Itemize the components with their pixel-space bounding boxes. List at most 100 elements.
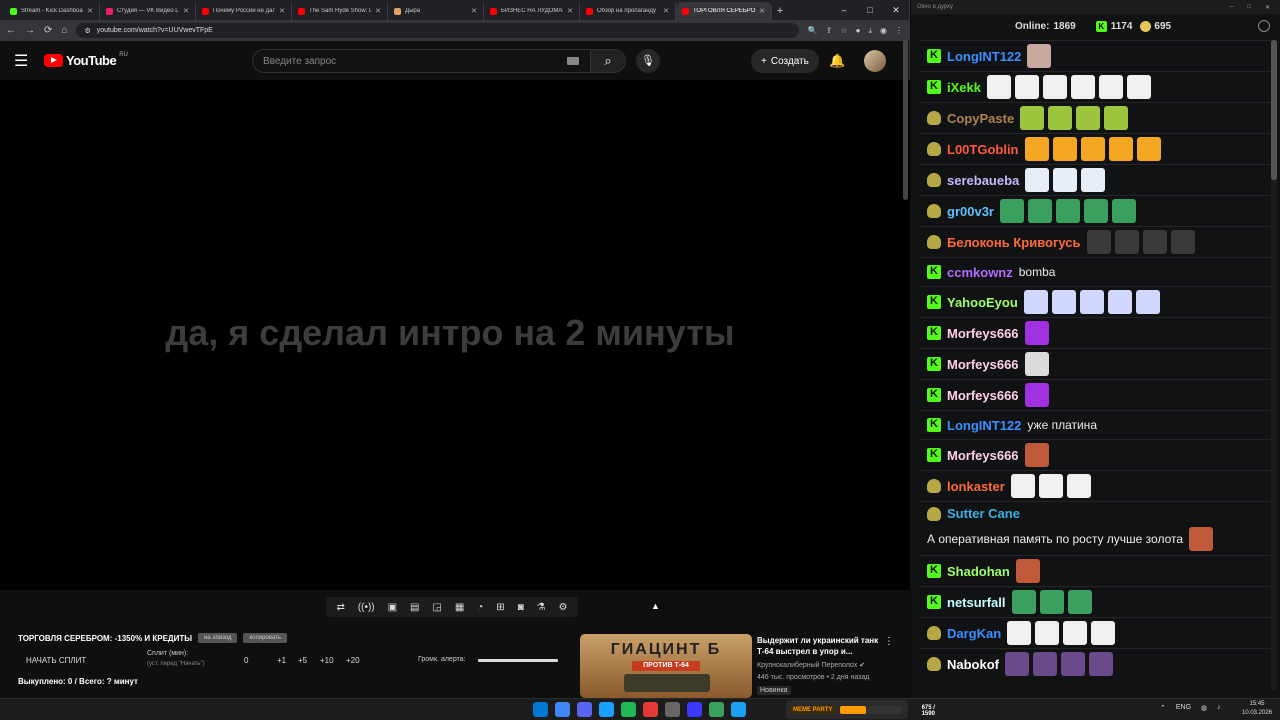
picture-in-picture-icon[interactable]: ◲ [432,602,441,613]
tray-chevron-icon[interactable]: ⌃ [1160,704,1166,712]
chat-username[interactable]: LongINT122 [947,418,1021,433]
menu-icon[interactable]: ⋮ [895,26,903,36]
chat-minimize-button[interactable]: – [1230,4,1233,11]
taskbar-app-icon[interactable] [621,702,636,717]
taskbar-app-icon[interactable] [731,702,746,717]
chat-settings-icon[interactable] [1258,20,1270,32]
clapper-icon[interactable]: ▤ [410,602,419,613]
split-add-20-button[interactable]: +20 [346,656,360,665]
chat-username[interactable]: Morfeys666 [947,357,1019,372]
create-button[interactable]: + Создать [751,49,819,73]
search-button[interactable]: ⌕ [590,49,626,73]
language-indicator[interactable]: ENG [1176,704,1191,712]
taskbar-app-icon[interactable] [555,702,570,717]
url-field[interactable]: ⚙ youtube.com/watch?v=UUVwevTFpE [76,23,799,38]
taskbar-app-icon[interactable] [643,702,658,717]
tab-close-icon[interactable]: ✕ [375,7,381,15]
zoom-icon[interactable]: 🔍 [808,26,818,36]
browser-tab[interactable]: The Sam Hyde Show: D ✕ [292,2,388,20]
reload-icon[interactable]: ⟳ [44,25,52,36]
chat-username[interactable]: Sutter Cane [947,506,1020,521]
recommendation-menu-icon[interactable]: ⋮ [884,636,894,647]
taskbar-app-icon[interactable] [687,702,702,717]
close-window-button[interactable]: ✕ [883,0,909,20]
share-icon[interactable]: ⇪ [826,26,833,36]
search-input[interactable]: Введите запрос [252,49,592,73]
voice-search-button[interactable]: 🎙 [636,49,660,73]
browser-tab[interactable]: Обзор на пропаганду ✕ [580,2,676,20]
tab-close-icon[interactable]: ✕ [183,7,189,15]
network-icon[interactable]: ◍ [1201,704,1207,712]
alert-volume-slider[interactable] [478,659,558,662]
chat-scrollbar-thumb[interactable] [1271,40,1277,180]
chat-username[interactable]: Morfeys666 [947,448,1019,463]
maximize-button[interactable]: □ [857,0,883,20]
extension-icon[interactable]: ● [856,26,861,36]
back-icon[interactable]: ← [6,25,16,36]
chat-username[interactable]: Morfeys666 [947,326,1019,341]
youtube-logo[interactable]: YouTube RU [44,52,128,68]
frame-icon[interactable]: ▦ [455,602,464,613]
browser-tab[interactable]: Студия — VK Видео Live ✕ [100,2,196,20]
chat-username[interactable]: serebaueba [947,173,1019,188]
chat-maximize-button[interactable]: □ [1247,4,1251,11]
flask-icon[interactable]: ⚗ [537,602,546,613]
chat-username[interactable]: Белоконь Кривогусь [947,235,1081,250]
chat-username[interactable]: netsurfall [947,595,1006,610]
split-add-10-button[interactable]: +10 [320,656,334,665]
tab-close-icon[interactable]: ✕ [87,7,93,15]
recommendation-title[interactable]: Выдержит ли украинский танк Т-64 выстрел… [757,635,879,657]
taskbar-app-icon[interactable] [709,702,724,717]
video-player[interactable]: да, я сделал интро на 2 минуты [0,80,910,590]
taskbar-app-icon[interactable] [533,702,548,717]
page-scrollbar[interactable] [903,40,909,690]
chat-close-button[interactable]: ✕ [1265,4,1270,11]
browser-tab[interactable]: БИЗНЕС НА ЛУДОМАНА ✕ [484,2,580,20]
taskbar-app-icon[interactable] [577,702,592,717]
loop-icon[interactable]: ⇄ [336,602,344,613]
camera-icon[interactable]: ◙ [518,602,524,613]
chat-username[interactable]: Nabokof [947,657,999,672]
chat-scrollbar[interactable] [1271,40,1277,690]
notifications-bell-icon[interactable]: 🔔 [829,53,845,69]
chat-username[interactable]: CopyPaste [947,111,1014,126]
start-split-button[interactable]: НАЧАТЬ СПЛИТ [26,656,86,665]
chat-username[interactable]: lonkaster [947,479,1005,494]
chat-username[interactable]: LongINT122 [947,49,1021,64]
recommendation-thumbnail[interactable]: ГИАЦИНТ Б ПРОТИВ Т-64 [580,634,752,698]
chat-username[interactable]: L00TGoblin [947,142,1019,157]
settings-gear-icon[interactable]: ⚙ [558,602,567,613]
chat-username[interactable]: iXekk [947,80,981,95]
home-icon[interactable]: ⌂ [61,25,67,36]
broadcast-icon[interactable]: ((•)) [358,602,375,613]
chat-username[interactable]: YahooEyou [947,295,1018,310]
forward-icon[interactable]: → [25,25,35,36]
split-add-5-button[interactable]: +5 [298,656,307,665]
meme-party-widget[interactable]: MEME PARTY 675 / 1590 [786,700,935,719]
bookmark-star-icon[interactable]: ☆ [840,26,847,36]
split-add-1-button[interactable]: +1 [277,656,286,665]
tab-close-icon[interactable]: ✕ [279,7,285,15]
chat-username[interactable]: Shadohan [947,564,1010,579]
chat-username[interactable]: DargKan [947,626,1001,641]
tab-close-icon[interactable]: ✕ [471,7,477,15]
hamburger-menu-icon[interactable]: ☰ [14,51,44,71]
chat-username[interactable]: gr00v3r [947,204,994,219]
taskbar-app-icon[interactable] [665,702,680,717]
browser-tab[interactable]: Дыра ✕ [388,2,484,20]
tab-close-icon[interactable]: ✕ [567,7,573,15]
new-tab-button[interactable]: + [772,2,788,20]
profile-icon[interactable]: ◉ [880,26,887,36]
taskbar-clock[interactable]: 15:45 10.03.2026 [1242,700,1272,718]
chat-username[interactable]: ccmkownz [947,265,1013,280]
chat-username[interactable]: Morfeys666 [947,388,1019,403]
add-clip-icon[interactable]: ⊞ [496,602,504,613]
speed-gauge-icon[interactable]: ◔ [477,602,483,613]
copy-pill-button[interactable]: копировать [243,633,287,643]
screen-record-icon[interactable]: ▣ [388,602,397,613]
tab-close-icon[interactable]: ✕ [759,7,765,15]
episode-pill-button[interactable]: на эпизод [198,633,238,643]
minimize-button[interactable]: – [831,0,857,20]
browser-tab[interactable]: ТОРГОВЛЯ СЕРЕБРОМ ✕ [676,2,772,20]
tab-close-icon[interactable]: ✕ [663,7,669,15]
